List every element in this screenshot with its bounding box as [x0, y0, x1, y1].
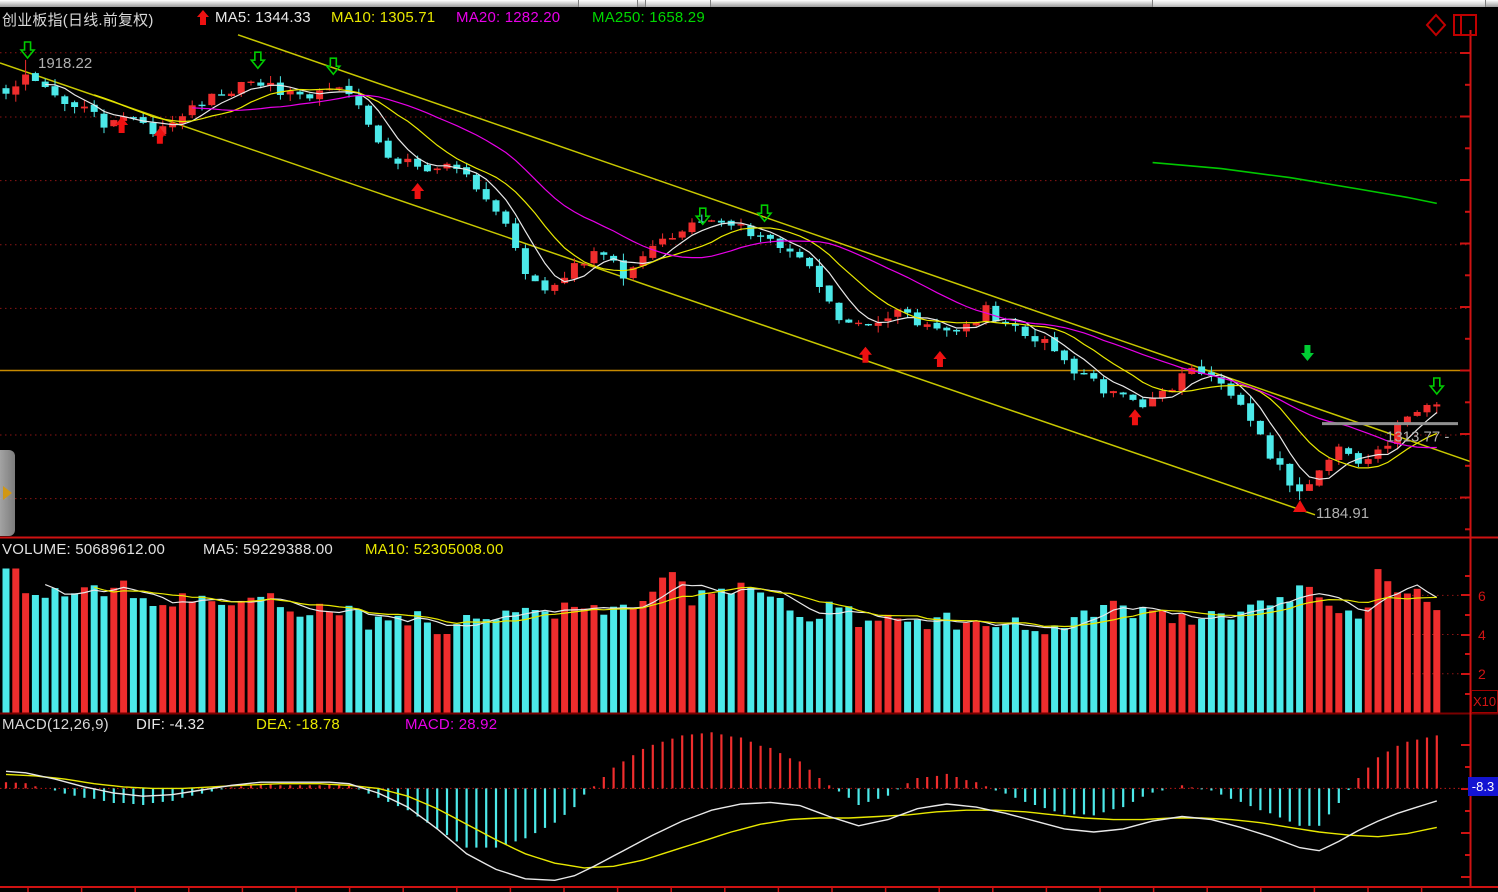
ma5-value: MA5: 1344.33 [215, 9, 311, 26]
chart-corner-tools [1424, 12, 1484, 45]
kline-chart-canvas[interactable]: 1918.22 1184.91 1313.77 - [0, 0, 1498, 892]
expand-arrow-icon [3, 486, 12, 500]
annotations-layer: 1918.22 1184.91 1313.77 - [38, 55, 1458, 522]
volume-value: VOLUME: 50689612.00 [2, 541, 165, 558]
trendline-layer [0, 35, 1470, 515]
svg-text:1313.77 -: 1313.77 - [1386, 429, 1449, 446]
axes-layer [0, 30, 1498, 892]
ma10-value: MA10: 1305.71 [331, 9, 435, 26]
ma20-value: MA20: 1282.20 [456, 9, 560, 26]
instrument-title: 创业板指(日线.前复权) [2, 9, 154, 30]
svg-text:1184.91: 1184.91 [1316, 505, 1369, 522]
macd-layer [6, 732, 1437, 880]
volume-unit-label: X10 [1471, 690, 1498, 713]
trading-terminal: 创业板指(日线.前复权) MA5: 1344.33 MA10: 1305.71 … [0, 0, 1498, 892]
red-up-arrow-icon [196, 10, 210, 30]
signal-markers-layer [21, 42, 1443, 425]
candles-layer [3, 60, 1441, 500]
volume-axis-label-4: 4 [1478, 627, 1498, 641]
dea-value: DEA: -18.78 [256, 716, 340, 733]
ma-lines-layer [45, 85, 1437, 480]
svg-text:1918.22: 1918.22 [38, 55, 92, 72]
diamond-icon[interactable] [1427, 15, 1445, 35]
window-split-icon[interactable] [1454, 15, 1476, 35]
volume-axis-label-6: 6 [1478, 588, 1498, 602]
ma250-value: MA250: 1658.29 [592, 9, 705, 26]
dif-value: DIF: -4.32 [136, 716, 205, 733]
volume-ma5-value: MA5: 59229388.00 [203, 541, 333, 558]
macd-indicator-name: MACD(12,26,9) [2, 716, 109, 733]
volume-layer [3, 569, 1441, 714]
volume-ma10-value: MA10: 52305008.00 [365, 541, 504, 558]
volume-axis-label-2: 2 [1478, 666, 1498, 680]
panel-expand-handle[interactable] [0, 450, 15, 536]
macd-value: MACD: 28.92 [405, 716, 497, 733]
macd-zero-badge: -8.3 [1468, 777, 1498, 796]
